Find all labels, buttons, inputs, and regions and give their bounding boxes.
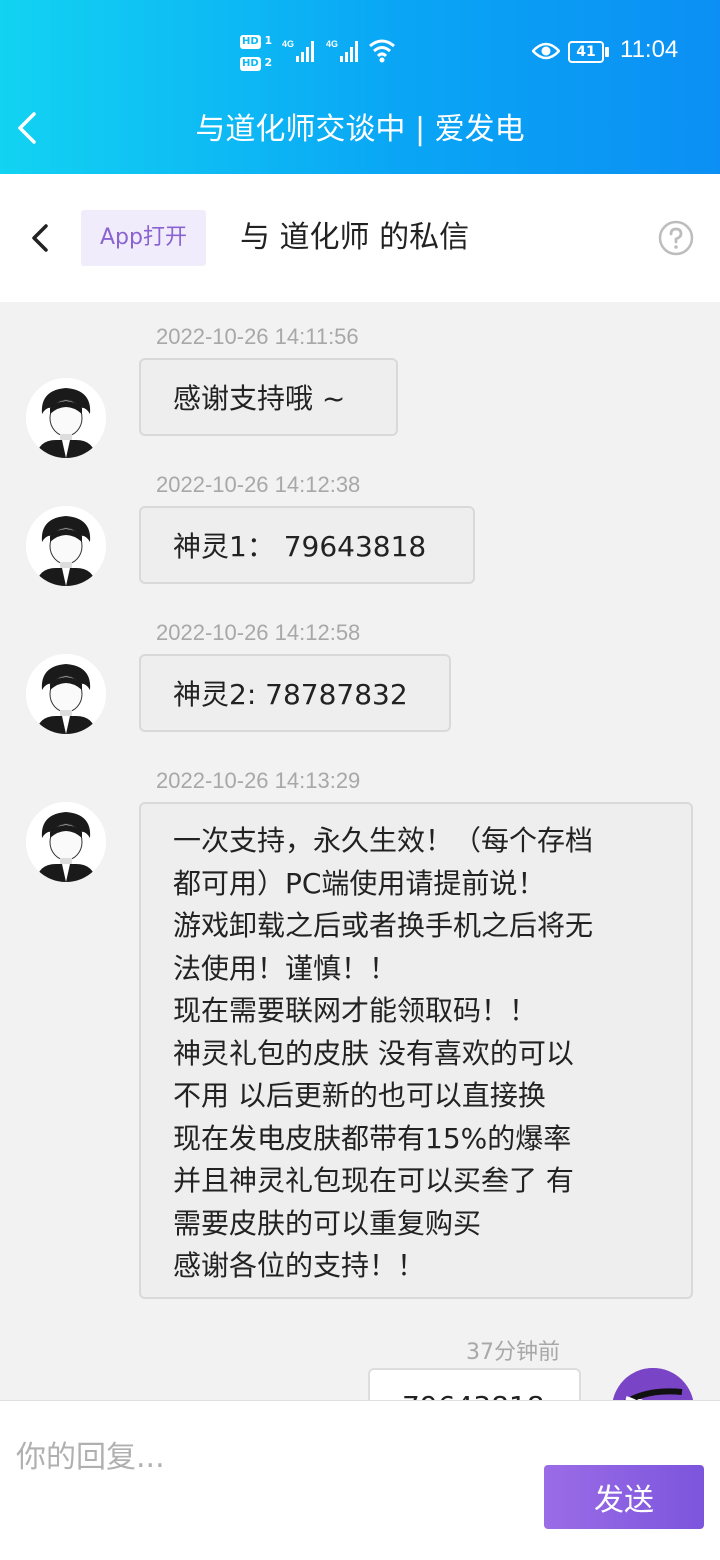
net2-label: 4G bbox=[326, 39, 338, 49]
reply-bar: 发送 bbox=[0, 1400, 720, 1560]
user-avatar-icon bbox=[26, 654, 106, 734]
self-avatar[interactable] bbox=[612, 1368, 694, 1400]
avatar[interactable] bbox=[26, 506, 106, 586]
message-list[interactable]: 2022-10-26 14:11:56 感谢支持哦 ~ 2022-10-26 1… bbox=[0, 302, 720, 1400]
message-bubble: 感谢支持哦 ~ bbox=[139, 358, 398, 436]
page-title: 与 道化师 的私信 bbox=[240, 220, 470, 255]
eye-comfort-icon bbox=[531, 40, 561, 66]
battery-level: 41 bbox=[568, 41, 604, 63]
avatar[interactable] bbox=[26, 378, 106, 458]
signal-icon-2: 4G bbox=[326, 38, 364, 68]
message-timestamp: 37分钟前 bbox=[466, 1340, 560, 1365]
signal-icon-1: 4G bbox=[282, 38, 320, 68]
top-header: HD 1 HD 2 4G 4G 41 11:04 与道化师交谈中 | 爱发电 bbox=[0, 0, 720, 174]
wifi-icon bbox=[368, 38, 396, 68]
message-bubble: 神灵1： 79643818 bbox=[139, 506, 475, 584]
avatar[interactable] bbox=[26, 654, 106, 734]
hd1-badge: HD 1 bbox=[240, 34, 273, 49]
message-timestamp: 2022-10-26 14:13:29 bbox=[156, 768, 361, 793]
self-avatar-icon bbox=[612, 1368, 694, 1400]
message-bubble: 一次支持，永久生效！（每个存档 都可用）PC端使用请提前说！ 游戏卸载之后或者换… bbox=[139, 802, 693, 1299]
hd2-badge: HD 2 bbox=[240, 56, 273, 71]
reply-input[interactable] bbox=[16, 1431, 516, 1483]
net1-label: 4G bbox=[282, 39, 294, 49]
user-avatar-icon bbox=[26, 802, 106, 882]
message-timestamp: 2022-10-26 14:12:58 bbox=[156, 620, 361, 645]
hd-indicators: HD 1 HD 2 bbox=[240, 32, 276, 76]
message-timestamp: 2022-10-26 14:12:38 bbox=[156, 472, 361, 497]
help-icon[interactable] bbox=[658, 220, 694, 256]
battery-icon: 41 bbox=[568, 41, 610, 63]
back-button[interactable] bbox=[26, 218, 56, 258]
status-bar: HD 1 HD 2 4G 4G 41 11:04 bbox=[0, 0, 720, 104]
page-header: App打开 与 道化师 的私信 bbox=[0, 174, 720, 302]
avatar[interactable] bbox=[26, 802, 106, 882]
user-avatar-icon bbox=[26, 506, 106, 586]
browser-back-button[interactable] bbox=[12, 108, 44, 148]
message-timestamp: 2022-10-26 14:11:56 bbox=[156, 324, 359, 349]
self-message-bubble: 79643818 bbox=[368, 1368, 581, 1400]
send-button[interactable]: 发送 bbox=[544, 1465, 704, 1529]
app-open-button[interactable]: App打开 bbox=[81, 210, 206, 266]
chevron-left-icon bbox=[32, 224, 48, 252]
status-time: 11:04 bbox=[620, 36, 679, 63]
back-arrow-icon bbox=[18, 112, 36, 144]
browser-title: 与道化师交谈中 | 爱发电 bbox=[195, 112, 525, 147]
message-bubble: 神灵2: 78787832 bbox=[139, 654, 451, 732]
user-avatar-icon bbox=[26, 378, 106, 458]
